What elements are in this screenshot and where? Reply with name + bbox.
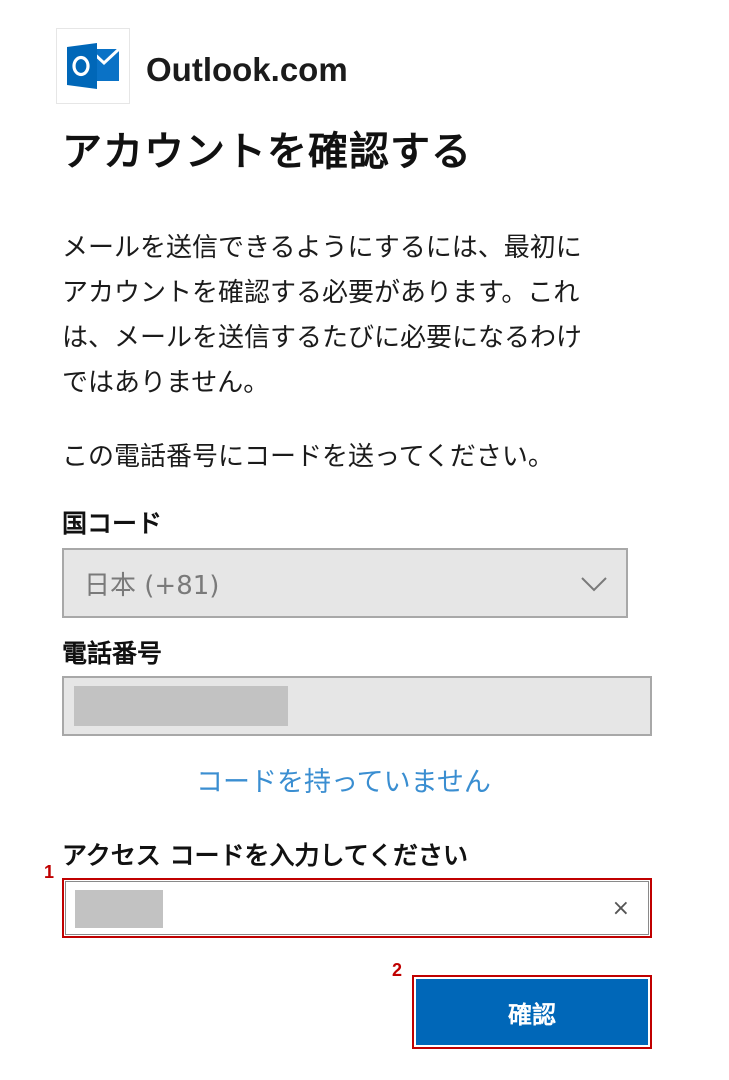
chevron-down-icon (581, 577, 607, 592)
phone-number-field[interactable] (62, 676, 652, 736)
country-code-label: 国コード (62, 509, 163, 538)
phone-number-label: 電話番号 (62, 639, 163, 668)
description-line: メールを送信できるようにするには、最初に (62, 233, 582, 263)
redacted-access-code (75, 890, 163, 928)
access-code-label: アクセス コードを入力してください (62, 841, 468, 870)
outlook-logo (56, 28, 130, 104)
outlook-logo-icon (67, 43, 121, 89)
clear-icon[interactable]: × (612, 894, 630, 924)
brand-name: Outlook.com (146, 51, 348, 88)
description-line: ではありません。 (62, 368, 270, 398)
description-line: アカウントを確認する必要があります。これ (62, 278, 580, 308)
description: メールを送信できるようにするには、最初に アカウントを確認する必要があります。こ… (62, 226, 662, 406)
step-marker-2: 2 (392, 960, 403, 980)
access-code-input[interactable]: × (65, 881, 649, 935)
description-line: は、メールを送信するたびに必要になるわけ (62, 323, 583, 353)
page-title: アカウントを確認する (62, 129, 472, 175)
step-marker-1: 1 (44, 862, 55, 882)
access-code-field[interactable]: × (62, 878, 652, 938)
confirm-button-highlight: 確認 (412, 975, 652, 1049)
confirm-button[interactable]: 確認 (416, 979, 648, 1045)
no-code-link[interactable]: コードを持っていません (196, 764, 491, 802)
country-code-select[interactable]: 日本 (+81) (62, 548, 628, 618)
country-code-value: 日本 (+81) (84, 570, 220, 601)
send-code-instruction: この電話番号にコードを送ってください。 (62, 442, 554, 472)
redacted-phone-number (74, 686, 288, 726)
